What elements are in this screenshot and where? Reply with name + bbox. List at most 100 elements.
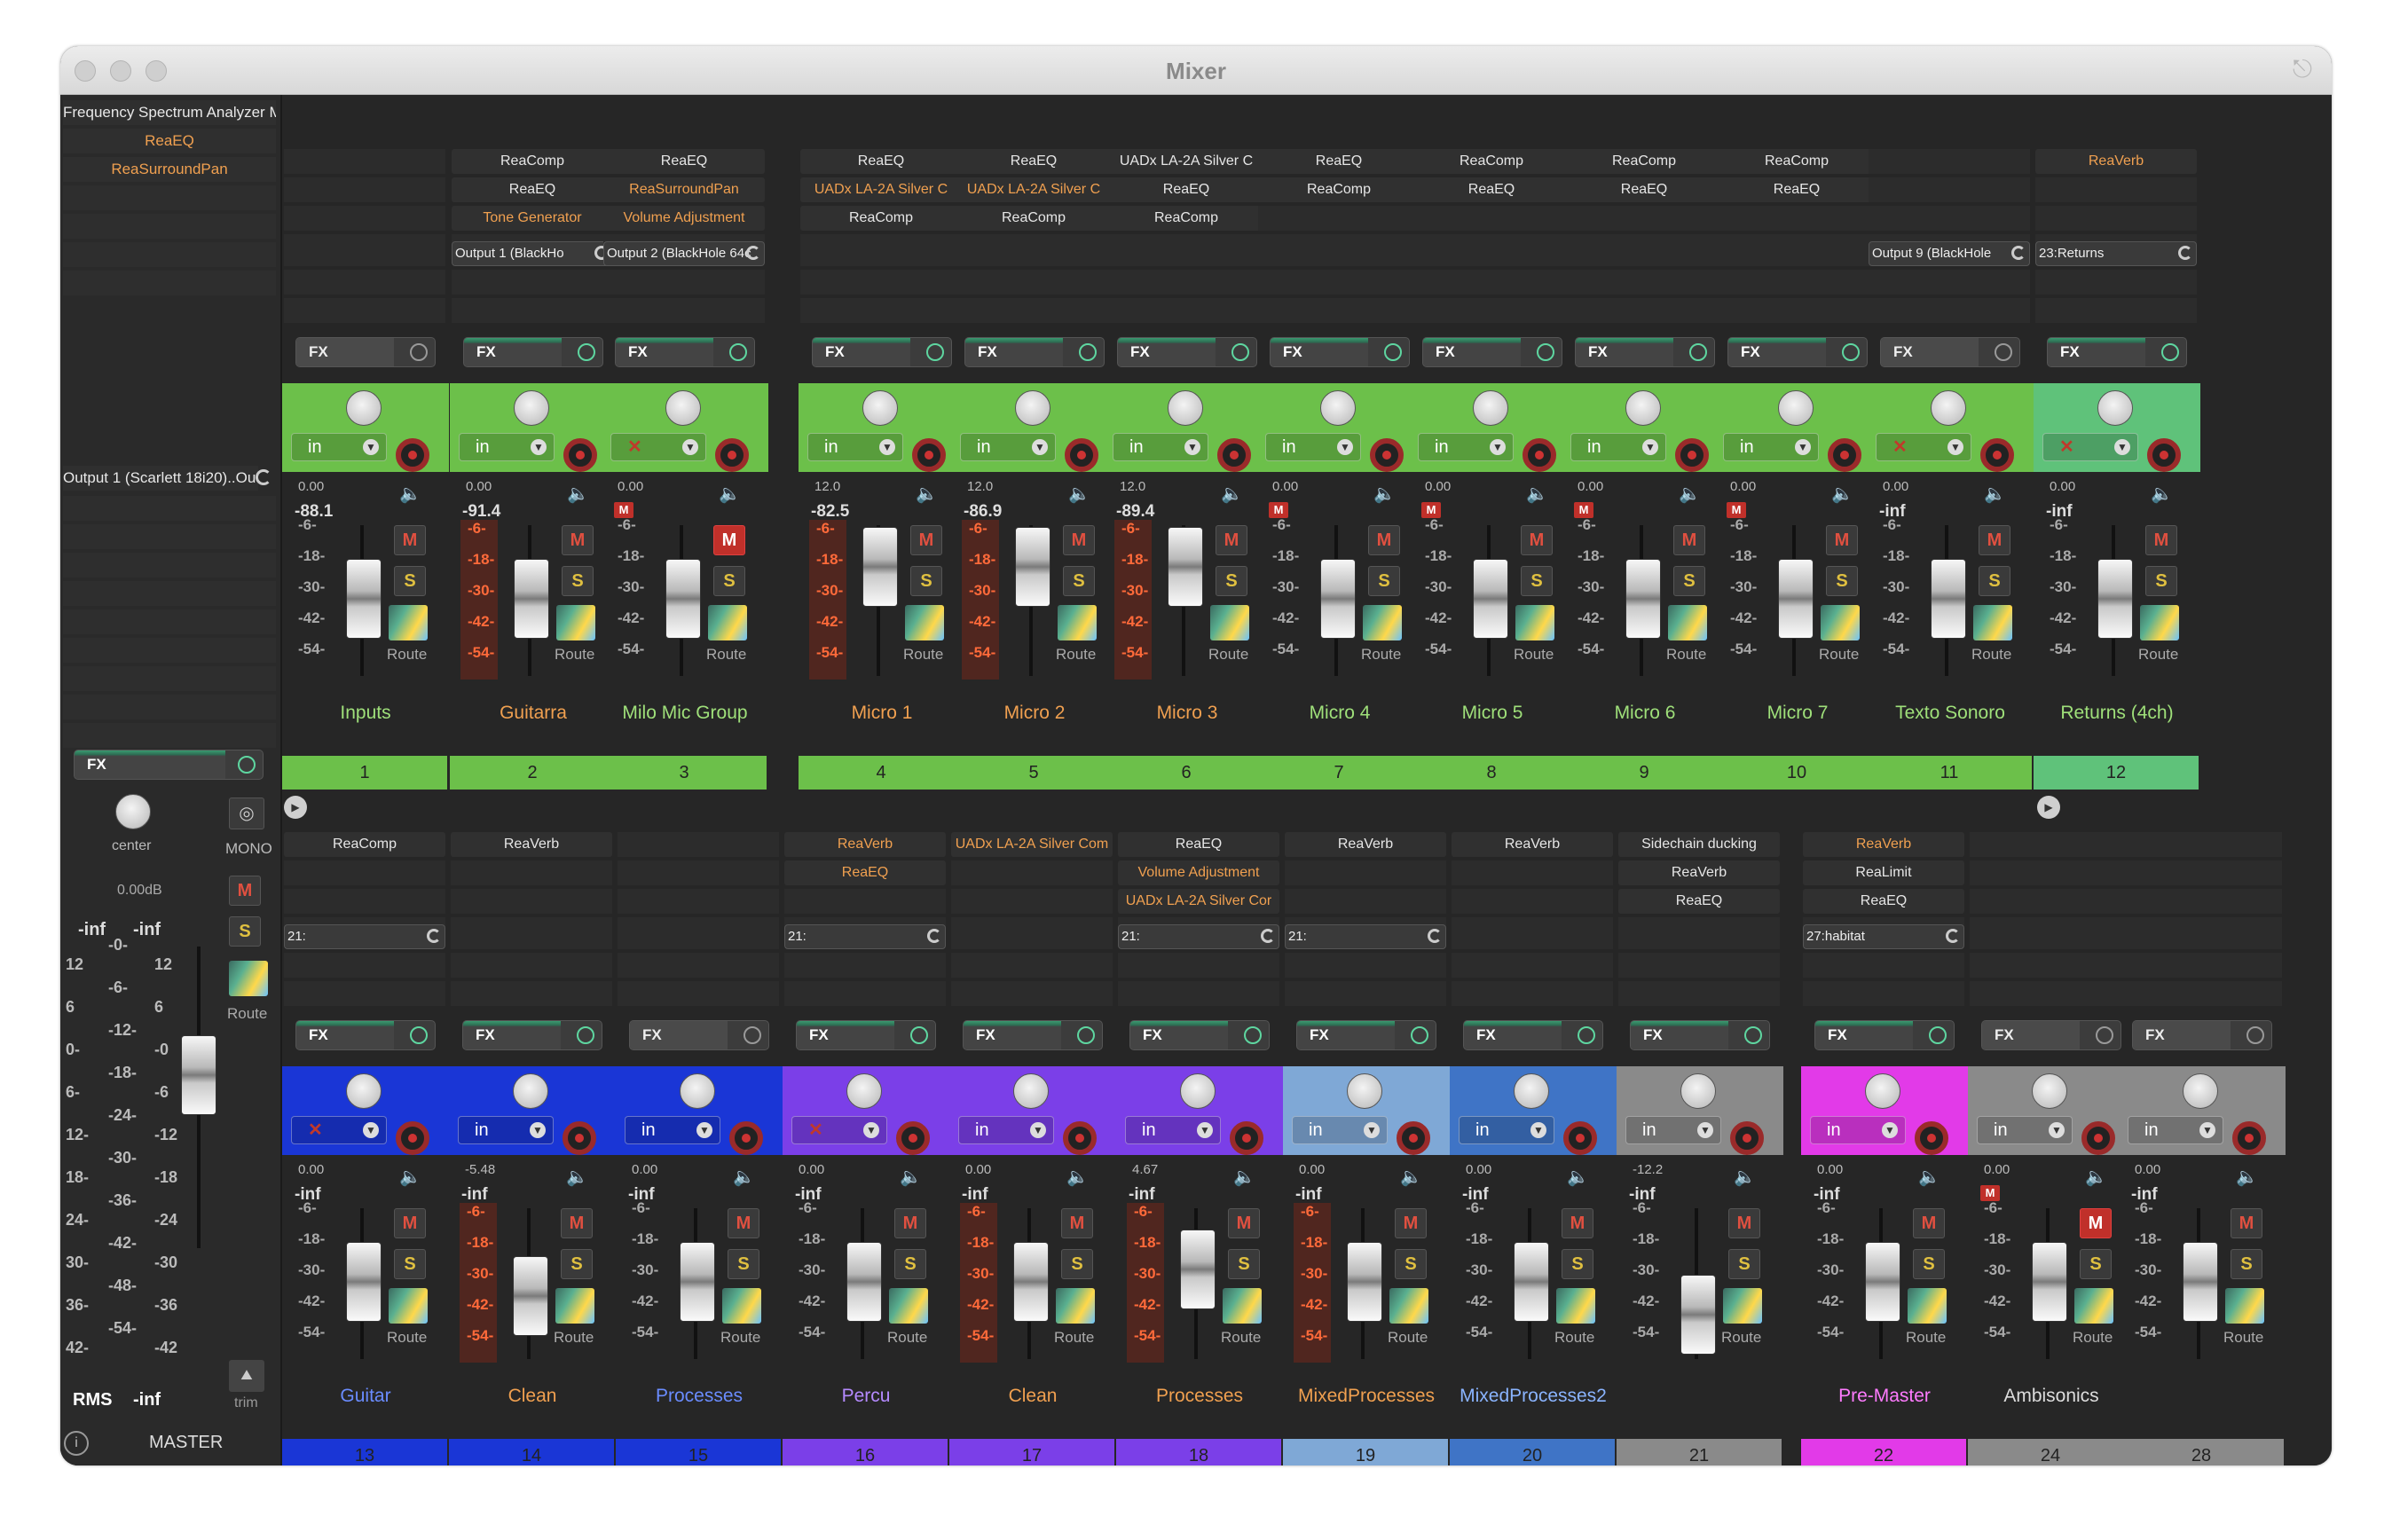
fx-button[interactable]: FX xyxy=(1880,337,2020,367)
send-slot[interactable]: 27:habitat xyxy=(1803,924,1964,949)
power-icon[interactable] xyxy=(410,1026,428,1044)
power-icon[interactable] xyxy=(2096,1026,2113,1044)
send-slot-empty[interactable] xyxy=(800,298,962,323)
speaker-icon[interactable]: 🔈 xyxy=(719,483,742,504)
fx-button[interactable]: FX xyxy=(1630,1020,1770,1050)
send-slot-empty[interactable] xyxy=(451,924,612,949)
pan-knob[interactable] xyxy=(346,390,382,426)
fx-slot[interactable]: Volume Adjustment xyxy=(603,206,765,231)
pan-knob[interactable] xyxy=(846,1073,882,1109)
speaker-icon[interactable]: 🔈 xyxy=(1526,483,1549,504)
track-name[interactable]: MixedProcesses xyxy=(1283,1386,1450,1407)
route-button[interactable] xyxy=(2225,1288,2264,1324)
power-icon[interactable] xyxy=(1744,1026,1762,1044)
mute-button[interactable]: M xyxy=(728,1208,759,1238)
input-selector[interactable]: in ▼ xyxy=(807,433,903,461)
fx-slot-empty[interactable] xyxy=(2121,889,2282,914)
fx-slot[interactable]: ReaVerb xyxy=(451,832,612,857)
send-slot[interactable]: Output 9 (BlackHole xyxy=(1869,241,2030,266)
fx-slot-empty[interactable] xyxy=(1869,177,2030,202)
mute-button[interactable]: M xyxy=(910,525,942,555)
track-name[interactable]: Guitarra xyxy=(450,703,617,724)
send-slot-empty[interactable] xyxy=(451,981,612,1006)
volume-fader[interactable] xyxy=(1625,559,1661,639)
power-icon[interactable] xyxy=(1995,343,2012,361)
track-name[interactable]: Processes xyxy=(616,1386,783,1407)
fx-button[interactable]: FX xyxy=(796,1020,936,1050)
track-name[interactable]: Guitar xyxy=(282,1386,449,1407)
input-selector[interactable]: in ▼ xyxy=(960,433,1056,461)
fx-slot[interactable]: ReaEQ xyxy=(1258,149,1420,174)
track-number[interactable]: 22 xyxy=(1801,1439,1966,1465)
fx-slot-empty[interactable] xyxy=(1970,832,2131,857)
volume-fader[interactable] xyxy=(1180,1229,1216,1309)
send-slot-empty[interactable] xyxy=(603,298,765,323)
fx-button[interactable]: FX xyxy=(629,1020,769,1050)
track-number[interactable]: 13 xyxy=(282,1439,447,1465)
volume-fader[interactable] xyxy=(1015,527,1050,607)
fx-button[interactable]: FX xyxy=(295,1020,436,1050)
pan-knob[interactable] xyxy=(1015,390,1050,426)
fx-slot-empty[interactable] xyxy=(284,177,445,202)
mute-button[interactable]: M xyxy=(1368,525,1400,555)
input-selector[interactable]: in ▼ xyxy=(1125,1116,1221,1144)
record-arm-button[interactable] xyxy=(1828,438,1861,472)
solo-button[interactable]: S xyxy=(2080,1249,2112,1279)
record-arm-button[interactable] xyxy=(396,438,429,472)
pan-knob[interactable] xyxy=(514,390,549,426)
input-selector[interactable]: ✕ ▼ xyxy=(1876,433,1971,461)
input-selector[interactable]: in ▼ xyxy=(1265,433,1361,461)
route-button[interactable] xyxy=(1389,1288,1428,1324)
solo-button[interactable]: S xyxy=(394,1249,426,1279)
track-name[interactable]: Micro 2 xyxy=(951,703,1118,724)
send-slot-empty[interactable] xyxy=(1563,298,1725,323)
route-button[interactable] xyxy=(905,605,944,640)
record-arm-button[interactable] xyxy=(1397,1121,1430,1155)
track-name[interactable]: Ambisonics xyxy=(1968,1386,2135,1407)
speaker-icon[interactable]: 🔈 xyxy=(916,483,939,504)
input-selector[interactable]: in ▼ xyxy=(1113,433,1208,461)
send-slot[interactable]: 21: xyxy=(784,924,946,949)
fx-slot-empty[interactable] xyxy=(284,889,445,914)
fx-slot[interactable]: ReaComp xyxy=(1106,206,1267,231)
volume-fader[interactable] xyxy=(846,1242,882,1322)
pan-knob[interactable] xyxy=(2032,1073,2067,1109)
record-arm-button[interactable] xyxy=(1370,438,1404,472)
record-arm-button[interactable] xyxy=(2147,438,2181,472)
power-icon[interactable] xyxy=(1578,1026,1595,1044)
fx-slot[interactable]: ReaVerb xyxy=(1285,832,1446,857)
send-slot-empty[interactable] xyxy=(1411,298,1572,323)
mute-button[interactable]: M xyxy=(894,1208,926,1238)
volume-fader[interactable] xyxy=(680,1242,715,1322)
record-arm-button[interactable] xyxy=(729,1121,763,1155)
power-icon[interactable] xyxy=(578,343,595,361)
solo-button[interactable]: S xyxy=(910,566,942,596)
fx-slot-empty[interactable] xyxy=(2035,177,2197,202)
send-slot-empty[interactable] xyxy=(1106,241,1267,266)
fx-button[interactable]: FX xyxy=(1814,1020,1955,1050)
send-slot-empty[interactable] xyxy=(1285,981,1446,1006)
send-knob-icon[interactable] xyxy=(2011,246,2026,260)
fx-slot-empty[interactable] xyxy=(1285,860,1446,885)
fx-slot-empty[interactable] xyxy=(784,889,946,914)
fx-slot[interactable]: UADx LA-2A Silver Com xyxy=(951,832,1113,857)
input-selector[interactable]: in ▼ xyxy=(459,433,555,461)
pan-knob[interactable] xyxy=(2183,1073,2218,1109)
input-selector[interactable]: ✕ ▼ xyxy=(791,1116,887,1144)
send-slot-empty[interactable] xyxy=(284,241,445,266)
volume-fader[interactable] xyxy=(665,559,701,639)
send-slot-empty[interactable] xyxy=(951,924,1113,949)
track-number[interactable]: 14 xyxy=(449,1439,614,1465)
send-slot-empty[interactable] xyxy=(603,270,765,295)
send-slot-empty[interactable] xyxy=(1258,298,1420,323)
solo-button[interactable]: S xyxy=(1562,1249,1593,1279)
volume-fader[interactable] xyxy=(2032,1242,2067,1322)
fx-button[interactable]: FX xyxy=(1727,337,1868,367)
fx-slot[interactable]: ReaComp xyxy=(1716,149,1877,174)
volume-fader[interactable] xyxy=(2097,559,2133,639)
fx-slot[interactable]: ReaVerb xyxy=(1618,860,1780,885)
speaker-icon[interactable]: 🔈 xyxy=(1400,1166,1423,1187)
fx-slot[interactable]: ReaEQ xyxy=(1618,889,1780,914)
input-selector[interactable]: in ▼ xyxy=(2128,1116,2223,1144)
solo-button[interactable]: S xyxy=(728,1249,759,1279)
